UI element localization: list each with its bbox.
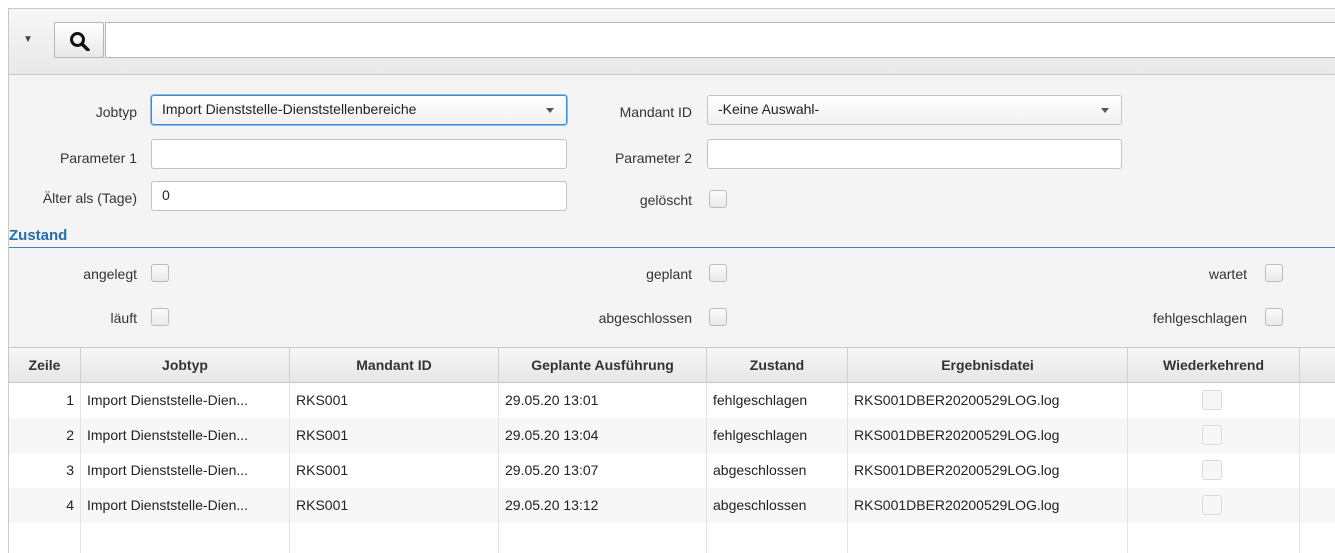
search-icon: [70, 32, 90, 51]
cell-ergebnisdatei: RKS001DBER20200529LOG.log: [848, 488, 1128, 523]
cell-zustand: fehlgeschlagen: [707, 418, 848, 453]
column-header-ergebnisdatei[interactable]: Ergebnisdatei: [848, 348, 1128, 383]
cell-ergebnisdatei: RKS001DBER20200529LOG.log: [848, 453, 1128, 488]
mandant-select-value: -Keine Auswahl-: [718, 101, 820, 117]
cell-geplant: 29.05.20 13:04: [499, 418, 707, 453]
jobs-table: Zeile Jobtyp Mandant ID Geplante Ausführ…: [9, 347, 1335, 553]
window-frame-top: [0, 0, 1335, 8]
wiederkehrend-checkbox[interactable]: [1202, 425, 1222, 445]
fehlgeschlagen-label: fehlgeschlagen: [1152, 310, 1247, 326]
cell-mandant: RKS001: [290, 453, 499, 488]
wartet-checkbox[interactable]: [1265, 264, 1283, 282]
aelter-als-value: 0: [162, 187, 170, 203]
cell-mandant: RKS001: [290, 488, 499, 523]
cell-jobtyp: Import Dienststelle-Dien...: [81, 488, 290, 523]
column-header-zeile[interactable]: Zeile: [9, 348, 81, 383]
cell-ergebnisdatei: RKS001DBER20200529LOG.log: [848, 418, 1128, 453]
cell-zeile: 1: [9, 383, 81, 418]
search-input[interactable]: [105, 22, 1335, 58]
parameter1-label: Parameter 1: [59, 150, 137, 166]
laeuft-checkbox[interactable]: [151, 308, 169, 326]
mandant-select[interactable]: -Keine Auswahl-: [707, 95, 1122, 125]
table-header: Zeile Jobtyp Mandant ID Geplante Ausführ…: [9, 348, 1335, 383]
cell-ergebnisdatei: RKS001DBER20200529LOG.log: [848, 383, 1128, 418]
abgeschlossen-checkbox[interactable]: [709, 308, 727, 326]
cell-jobtyp: Import Dienststelle-Dien...: [81, 453, 290, 488]
cell-geplant: 29.05.20 13:12: [499, 488, 707, 523]
section-divider: [9, 247, 1335, 248]
cell-mandant: RKS001: [290, 383, 499, 418]
table-row[interactable]: 1 Import Dienststelle-Dien... RKS001 29.…: [9, 383, 1335, 418]
cell-jobtyp: Import Dienststelle-Dien...: [81, 418, 290, 453]
chevron-down-icon: [1101, 108, 1109, 113]
jobtyp-select[interactable]: Import Dienststelle-Dienststellenbereich…: [151, 95, 567, 125]
cell-geplant: 29.05.20 13:07: [499, 453, 707, 488]
parameter2-field[interactable]: [707, 139, 1122, 169]
geloescht-checkbox[interactable]: [709, 190, 727, 208]
chevron-down-icon: [546, 108, 554, 113]
cell-zustand: abgeschlossen: [707, 453, 848, 488]
column-divider: [498, 523, 499, 553]
table-row[interactable]: 4 Import Dienststelle-Dien... RKS001 29.…: [9, 488, 1335, 523]
cell-zeile: 4: [9, 488, 81, 523]
column-header-mandant-id[interactable]: Mandant ID: [290, 348, 499, 383]
cell-jobtyp: Import Dienststelle-Dien...: [81, 383, 290, 418]
window-frame-left: [0, 8, 8, 553]
jobtyp-select-value: Import Dienststelle-Dienststellenbereich…: [162, 101, 417, 117]
angelegt-checkbox[interactable]: [151, 264, 169, 282]
column-divider: [847, 523, 848, 553]
wartet-label: wartet: [1208, 266, 1247, 282]
fehlgeschlagen-checkbox[interactable]: [1265, 308, 1283, 326]
table-row[interactable]: 3 Import Dienststelle-Dien... RKS001 29.…: [9, 453, 1335, 488]
mandant-label: Mandant ID: [619, 104, 692, 120]
column-divider: [1299, 523, 1300, 553]
cell-zustand: fehlgeschlagen: [707, 383, 848, 418]
column-header-jobtyp[interactable]: Jobtyp: [81, 348, 290, 383]
column-header-filler: [1300, 348, 1335, 383]
cell-zustand: abgeschlossen: [707, 488, 848, 523]
cell-geplant: 29.05.20 13:01: [499, 383, 707, 418]
jobtyp-label: Jobtyp: [95, 104, 137, 120]
column-header-geplante-ausfuehrung[interactable]: Geplante Ausführung: [499, 348, 707, 383]
geloescht-label: gelöscht: [639, 192, 692, 208]
aelter-als-field[interactable]: 0: [151, 181, 567, 211]
geplant-checkbox[interactable]: [709, 264, 727, 282]
collapse-toggle-icon[interactable]: ▼: [21, 29, 35, 51]
column-header-wiederkehrend[interactable]: Wiederkehrend: [1128, 348, 1300, 383]
cell-mandant: RKS001: [290, 418, 499, 453]
abgeschlossen-label: abgeschlossen: [598, 310, 692, 326]
wiederkehrend-checkbox[interactable]: [1202, 460, 1222, 480]
column-divider: [1127, 523, 1128, 553]
angelegt-label: angelegt: [83, 266, 137, 282]
parameter2-label: Parameter 2: [614, 150, 692, 166]
laeuft-label: läuft: [110, 310, 137, 326]
parameter1-field[interactable]: [151, 139, 567, 169]
search-button[interactable]: [54, 22, 104, 58]
zustand-section-title: Zustand: [9, 227, 68, 244]
table-row[interactable]: 2 Import Dienststelle-Dien... RKS001 29.…: [9, 418, 1335, 453]
column-divider: [289, 523, 290, 553]
search-toolbar: ▼: [9, 9, 1335, 75]
column-header-zustand[interactable]: Zustand: [707, 348, 848, 383]
wiederkehrend-checkbox[interactable]: [1202, 390, 1222, 410]
column-divider: [706, 523, 707, 553]
job-overview-panel: ▼ Jobtyp Import Dienststelle-Dienststell…: [8, 8, 1335, 553]
cell-zeile: 2: [9, 418, 81, 453]
geplant-label: geplant: [646, 266, 692, 282]
cell-zeile: 3: [9, 453, 81, 488]
column-divider: [80, 523, 81, 553]
wiederkehrend-checkbox[interactable]: [1202, 495, 1222, 515]
aelter-als-label: Älter als (Tage): [42, 190, 137, 206]
